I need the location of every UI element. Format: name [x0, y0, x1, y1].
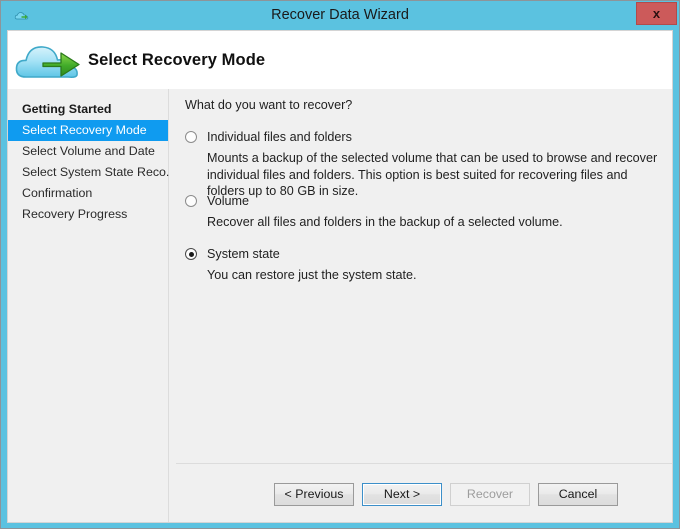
option-description-system-state: You can restore just the system state. [207, 268, 417, 282]
wizard-banner: Select Recovery Mode [8, 31, 672, 89]
cloud-with-arrow-icon [12, 33, 84, 87]
window-title: Recover Data Wizard [271, 7, 409, 23]
option-label-system-state[interactable]: System state [207, 246, 280, 262]
radio-system-state[interactable] [185, 248, 197, 260]
next-button[interactable]: Next > [362, 483, 442, 506]
sidebar-item-recovery-progress[interactable]: Recovery Progress [8, 204, 168, 225]
wizard-steps-sidebar: Getting Started Select Recovery Mode Sel… [8, 89, 176, 522]
button-bar: < Previous Next > Recover Cancel [176, 465, 672, 522]
client-area: Select Recovery Mode Getting Started Sel… [7, 30, 673, 523]
option-label-volume[interactable]: Volume [207, 193, 249, 209]
option-volume[interactable]: Volume Recover all files and folders in … [185, 193, 665, 229]
recover-button: Recover [450, 483, 530, 506]
radio-volume[interactable] [185, 195, 197, 207]
previous-button[interactable]: < Previous [274, 483, 354, 506]
cancel-button[interactable]: Cancel [538, 483, 618, 506]
option-individual-files[interactable]: Individual files and folders Mounts a ba… [185, 129, 665, 198]
title-bar[interactable]: Recover Data Wizard x [1, 1, 679, 30]
sidebar-item-select-system-state-recovery[interactable]: Select System State Reco... [8, 162, 176, 183]
sidebar-item-select-volume-and-date[interactable]: Select Volume and Date [8, 141, 168, 162]
close-button[interactable]: x [636, 2, 677, 25]
wizard-body: Getting Started Select Recovery Mode Sel… [8, 89, 672, 522]
wizard-window: Recover Data Wizard x Select Recovery Mo… [0, 0, 680, 529]
radio-individual-files[interactable] [185, 131, 197, 143]
sidebar-item-confirmation[interactable]: Confirmation [8, 183, 168, 204]
option-description-volume: Recover all files and folders in the bac… [207, 215, 563, 229]
page-title: Select Recovery Mode [88, 51, 266, 69]
sidebar-item-select-recovery-mode[interactable]: Select Recovery Mode [8, 120, 168, 141]
question-label: What do you want to recover? [185, 98, 353, 112]
content-panel: What do you want to recover? Individual … [169, 89, 672, 522]
sidebar-item-getting-started[interactable]: Getting Started [8, 99, 168, 120]
option-system-state[interactable]: System state You can restore just the sy… [185, 246, 665, 282]
options-panel: What do you want to recover? Individual … [176, 89, 672, 464]
option-label-individual-files[interactable]: Individual files and folders [207, 129, 352, 145]
